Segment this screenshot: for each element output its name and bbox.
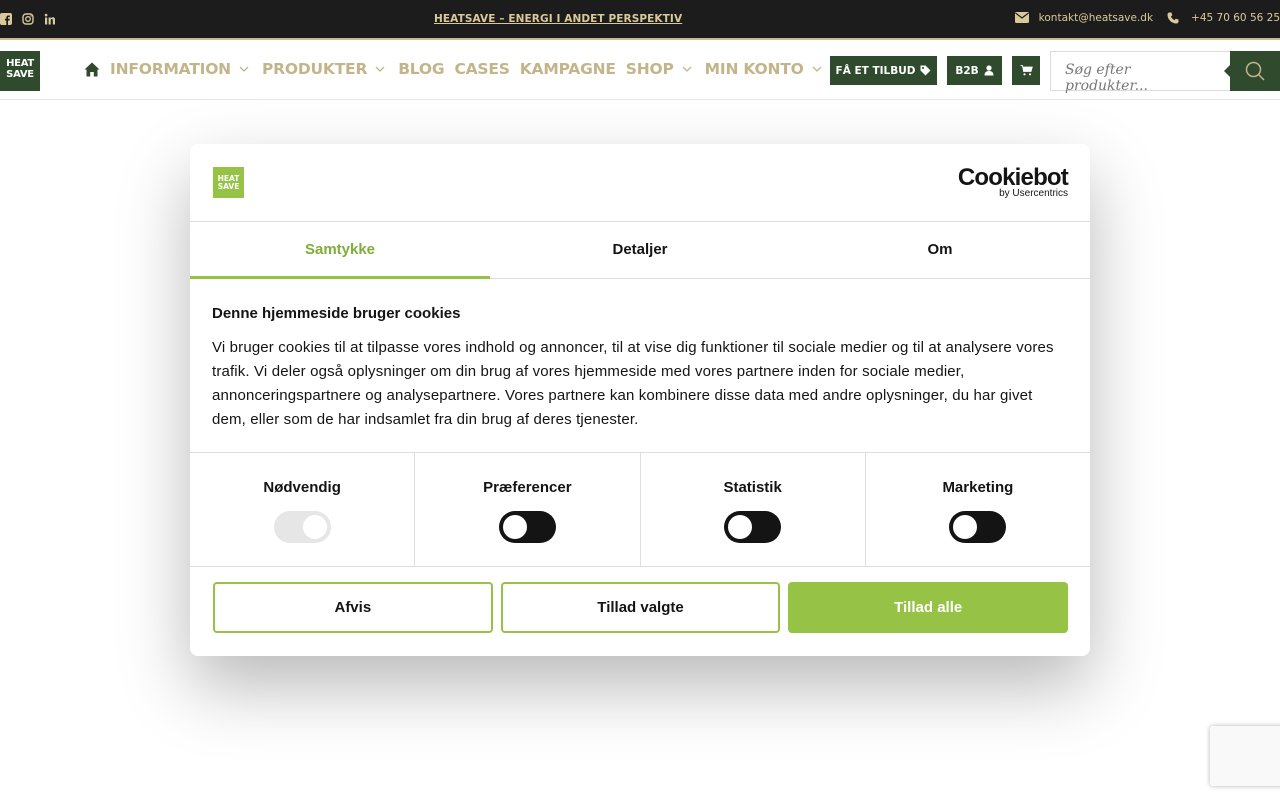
- toggle-label: Statistik: [723, 479, 782, 496]
- cart-icon: [1020, 65, 1033, 76]
- cookiebot-logo[interactable]: Cookiebot by Usercentrics: [958, 166, 1069, 200]
- heatsave-logo: HEAT SAVE: [213, 167, 244, 198]
- tab-samtykke[interactable]: Samtykke: [190, 222, 490, 279]
- toggle-cell-statistics: Statistik: [641, 453, 866, 566]
- nav-item-kampagne[interactable]: KAMPAGNE: [520, 60, 616, 78]
- nav-item-information[interactable]: INFORMATION: [110, 60, 252, 78]
- dialog-body: Denne hjemmeside bruger cookies Vi bruge…: [190, 279, 1090, 453]
- chevron-down-icon: [812, 66, 822, 72]
- dialog-header: HEAT SAVE Cookiebot by Usercentrics: [190, 144, 1090, 222]
- phone-link[interactable]: +45 70 60 56 25: [1191, 12, 1280, 24]
- nav-item-cases[interactable]: CASES: [454, 60, 509, 78]
- social-links: [0, 12, 56, 25]
- toggle-cell-marketing: Marketing: [866, 453, 1090, 566]
- nav-item-min-konto[interactable]: MIN KONTO: [705, 60, 825, 78]
- statistics-toggle[interactable]: [724, 511, 782, 543]
- contact-info: kontakt@heatsave.dk +45 70 60 56 25: [1014, 12, 1280, 24]
- facebook-icon[interactable]: [0, 12, 12, 25]
- consent-toggles: Nødvendig Præferencer Statistik Marketin…: [190, 453, 1090, 567]
- necessary-toggle: [273, 511, 331, 543]
- toggle-cell-preferences: Præferencer: [415, 453, 641, 566]
- tab-om[interactable]: Om: [790, 222, 1090, 278]
- main-nav: INFORMATION PRODUKTER BLOG CASES KAMPAGN…: [84, 60, 835, 78]
- reject-button[interactable]: Afvis: [213, 582, 493, 633]
- site-logo[interactable]: HEAT SAVE: [0, 51, 40, 91]
- envelope-icon: [1014, 12, 1029, 24]
- search-button[interactable]: [1224, 51, 1280, 91]
- product-search-input[interactable]: Søg efter produkter...: [1050, 51, 1230, 94]
- tag-icon: [920, 65, 931, 76]
- dialog-tabs: Samtykke Detaljer Om: [190, 222, 1090, 279]
- recaptcha-badge[interactable]: [1210, 726, 1280, 786]
- nav-item-produkter[interactable]: PRODUKTER: [262, 60, 388, 78]
- nav-item-shop[interactable]: SHOP: [626, 60, 695, 78]
- allow-selected-button[interactable]: Tillad valgte: [500, 582, 781, 633]
- nav-item-blog[interactable]: BLOG: [398, 60, 444, 78]
- cookie-consent-dialog: HEAT SAVE Cookiebot by Usercentrics Samty…: [190, 144, 1090, 656]
- marketing-toggle[interactable]: [949, 511, 1007, 543]
- chevron-down-icon: [239, 66, 249, 72]
- search-icon: [1245, 61, 1265, 81]
- dialog-title: Denne hjemmeside bruger cookies: [212, 305, 461, 322]
- preferences-toggle[interactable]: [498, 511, 556, 543]
- b2b-button[interactable]: B2B: [947, 56, 1002, 85]
- linkedin-icon[interactable]: [44, 12, 56, 25]
- chevron-down-icon: [375, 66, 385, 72]
- instagram-icon[interactable]: [22, 12, 34, 25]
- tab-detaljer[interactable]: Detaljer: [490, 222, 790, 278]
- toggle-label: Præferencer: [483, 479, 572, 496]
- main-header: HEAT SAVE INFORMATION PRODUKTER BLOG CASE…: [0, 42, 1280, 100]
- email-link[interactable]: kontakt@heatsave.dk: [1039, 12, 1153, 24]
- top-bar: HEATSAVE – ENERGI I ANDET PERSPEKTIV kon…: [0, 0, 1280, 40]
- phone-icon: [1167, 12, 1181, 24]
- get-quote-button[interactable]: FÅ ET TILBUD: [830, 56, 937, 85]
- home-icon[interactable]: [84, 62, 100, 77]
- user-icon: [984, 65, 994, 76]
- dialog-buttons: Afvis Tillad valgte Tillad alle: [190, 567, 1090, 633]
- cart-button[interactable]: [1012, 56, 1040, 85]
- toggle-label: Nødvendig: [263, 479, 341, 496]
- dialog-description: Vi bruger cookies til at tilpasse vores …: [212, 339, 1054, 428]
- allow-all-button[interactable]: Tillad alle: [788, 582, 1069, 633]
- announcement-link[interactable]: HEATSAVE – ENERGI I ANDET PERSPEKTIV: [434, 13, 682, 25]
- toggle-label: Marketing: [942, 479, 1014, 496]
- toggle-cell-necessary: Nødvendig: [190, 453, 416, 566]
- chevron-down-icon: [682, 66, 692, 72]
